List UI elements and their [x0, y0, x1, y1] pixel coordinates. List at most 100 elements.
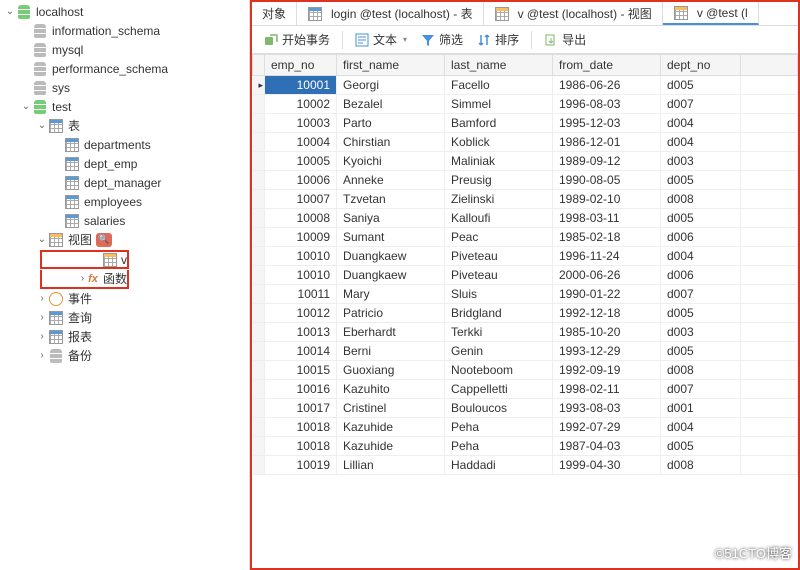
cell-last-name[interactable]: Nooteboom	[445, 361, 553, 380]
cell-emp-no[interactable]: 10012	[265, 304, 337, 323]
cell-emp-no[interactable]: 10004	[265, 133, 337, 152]
cell-first-name[interactable]: Mary	[337, 285, 445, 304]
cell-from-date[interactable]: 1998-03-11	[553, 209, 661, 228]
cell-last-name[interactable]: Terkki	[445, 323, 553, 342]
cell-dept-no[interactable]: d005	[661, 304, 741, 323]
cell-last-name[interactable]: Kalloufi	[445, 209, 553, 228]
table-row[interactable]: 10010 Duangkaew Piveteau 2000-06-26 d006	[253, 266, 798, 285]
cell-dept-no[interactable]: d007	[661, 95, 741, 114]
col-first-name[interactable]: first_name	[337, 55, 445, 76]
cell-last-name[interactable]: Haddadi	[445, 456, 553, 475]
table-row[interactable]: 10011 Mary Sluis 1990-01-22 d007	[253, 285, 798, 304]
cell-from-date[interactable]: 1996-08-03	[553, 95, 661, 114]
table-row[interactable]: 10007 Tzvetan Zielinski 1989-02-10 d008	[253, 190, 798, 209]
col-emp-no[interactable]: emp_no	[265, 55, 337, 76]
table-row[interactable]: 10013 Eberhardt Terkki 1985-10-20 d003	[253, 323, 798, 342]
chevron-right-icon[interactable]: ›	[78, 273, 87, 284]
cell-first-name[interactable]: Bezalel	[337, 95, 445, 114]
tab-objects[interactable]: 对象	[252, 2, 297, 25]
row-indicator[interactable]	[253, 76, 265, 95]
table-row[interactable]: 10009 Sumant Peac 1985-02-18 d006	[253, 228, 798, 247]
tree-schema-test[interactable]: ⌄test	[0, 97, 249, 116]
tree-schema-information_schema[interactable]: information_schema	[0, 21, 249, 40]
filter-button[interactable]: 筛选	[415, 29, 469, 50]
row-indicator[interactable]	[253, 209, 265, 228]
cell-first-name[interactable]: Kyoichi	[337, 152, 445, 171]
tree-connection[interactable]: ⌄ localhost	[0, 2, 249, 21]
row-indicator[interactable]	[253, 247, 265, 266]
cell-first-name[interactable]: Duangkaew	[337, 266, 445, 285]
text-button[interactable]: 文本	[349, 29, 413, 50]
cell-last-name[interactable]: Cappelletti	[445, 380, 553, 399]
cell-emp-no[interactable]: 10018	[265, 418, 337, 437]
tab-view-1[interactable]: v @test (localhost) - 视图	[484, 2, 663, 25]
cell-emp-no[interactable]: 10016	[265, 380, 337, 399]
row-indicator[interactable]	[253, 228, 265, 247]
tree-schema-sys[interactable]: sys	[0, 78, 249, 97]
cell-from-date[interactable]: 1986-12-01	[553, 133, 661, 152]
cell-from-date[interactable]: 1996-11-24	[553, 247, 661, 266]
cell-dept-no[interactable]: d004	[661, 133, 741, 152]
table-row[interactable]: 10003 Parto Bamford 1995-12-03 d004	[253, 114, 798, 133]
table-row[interactable]: 10010 Duangkaew Piveteau 1996-11-24 d004	[253, 247, 798, 266]
cell-first-name[interactable]: Cristinel	[337, 399, 445, 418]
cell-dept-no[interactable]: d005	[661, 437, 741, 456]
cell-last-name[interactable]: Zielinski	[445, 190, 553, 209]
row-indicator[interactable]	[253, 152, 265, 171]
col-from-date[interactable]: from_date	[553, 55, 661, 76]
table-row[interactable]: 10018 Kazuhide Peha 1992-07-29 d004	[253, 418, 798, 437]
row-indicator[interactable]	[253, 418, 265, 437]
cell-first-name[interactable]: Sumant	[337, 228, 445, 247]
cell-dept-no[interactable]: d007	[661, 380, 741, 399]
table-row[interactable]: 10016 Kazuhito Cappelletti 1998-02-11 d0…	[253, 380, 798, 399]
tree-schema-performance_schema[interactable]: performance_schema	[0, 59, 249, 78]
cell-from-date[interactable]: 1990-08-05	[553, 171, 661, 190]
chevron-right-icon[interactable]: ›	[36, 350, 48, 361]
sort-button[interactable]: 排序	[471, 29, 525, 50]
chevron-right-icon[interactable]: ›	[36, 293, 48, 304]
cell-dept-no[interactable]: d003	[661, 323, 741, 342]
table-row[interactable]: 10018 Kazuhide Peha 1987-04-03 d005	[253, 437, 798, 456]
cell-emp-no[interactable]: 10003	[265, 114, 337, 133]
cell-first-name[interactable]: Lillian	[337, 456, 445, 475]
cell-last-name[interactable]: Facello	[445, 76, 553, 95]
cell-last-name[interactable]: Sluis	[445, 285, 553, 304]
tree-table-dept-emp[interactable]: dept_emp	[0, 154, 249, 173]
row-indicator[interactable]	[253, 266, 265, 285]
table-row[interactable]: 10015 Guoxiang Nooteboom 1992-09-19 d008	[253, 361, 798, 380]
cell-from-date[interactable]: 1998-02-11	[553, 380, 661, 399]
tree-table-salaries[interactable]: salaries	[0, 211, 249, 230]
cell-first-name[interactable]: Kazuhide	[337, 437, 445, 456]
cell-last-name[interactable]: Bamford	[445, 114, 553, 133]
cell-first-name[interactable]: Guoxiang	[337, 361, 445, 380]
cell-from-date[interactable]: 1989-09-12	[553, 152, 661, 171]
cell-dept-no[interactable]: d005	[661, 76, 741, 95]
tree-tables-folder[interactable]: ⌄表	[0, 116, 249, 135]
chevron-right-icon[interactable]: ›	[36, 312, 48, 323]
row-indicator[interactable]	[253, 95, 265, 114]
cell-from-date[interactable]: 1985-02-18	[553, 228, 661, 247]
tree-table-employees[interactable]: employees	[0, 192, 249, 211]
tree-view-v[interactable]: v	[40, 250, 129, 269]
table-row[interactable]: 10017 Cristinel Bouloucos 1993-08-03 d00…	[253, 399, 798, 418]
table-row[interactable]: 10004 Chirstian Koblick 1986-12-01 d004	[253, 133, 798, 152]
cell-last-name[interactable]: Bouloucos	[445, 399, 553, 418]
cell-emp-no[interactable]: 10010	[265, 247, 337, 266]
tree-functions-folder[interactable]: ›fx函数	[40, 270, 129, 289]
tree-events_label[interactable]: ›事件	[0, 289, 249, 308]
cell-from-date[interactable]: 1995-12-03	[553, 114, 661, 133]
cell-last-name[interactable]: Maliniak	[445, 152, 553, 171]
row-indicator[interactable]	[253, 114, 265, 133]
cell-first-name[interactable]: Berni	[337, 342, 445, 361]
chevron-down-icon[interactable]: ⌄	[4, 6, 16, 17]
cell-emp-no[interactable]: 10018	[265, 437, 337, 456]
cell-first-name[interactable]: Chirstian	[337, 133, 445, 152]
cell-first-name[interactable]: Parto	[337, 114, 445, 133]
cell-emp-no[interactable]: 10015	[265, 361, 337, 380]
cell-dept-no[interactable]: d005	[661, 171, 741, 190]
cell-from-date[interactable]: 1993-12-29	[553, 342, 661, 361]
col-last-name[interactable]: last_name	[445, 55, 553, 76]
cell-emp-no[interactable]: 10007	[265, 190, 337, 209]
tab-login[interactable]: login @test (localhost) - 表	[297, 2, 484, 25]
tree-queries_label[interactable]: ›查询	[0, 308, 249, 327]
